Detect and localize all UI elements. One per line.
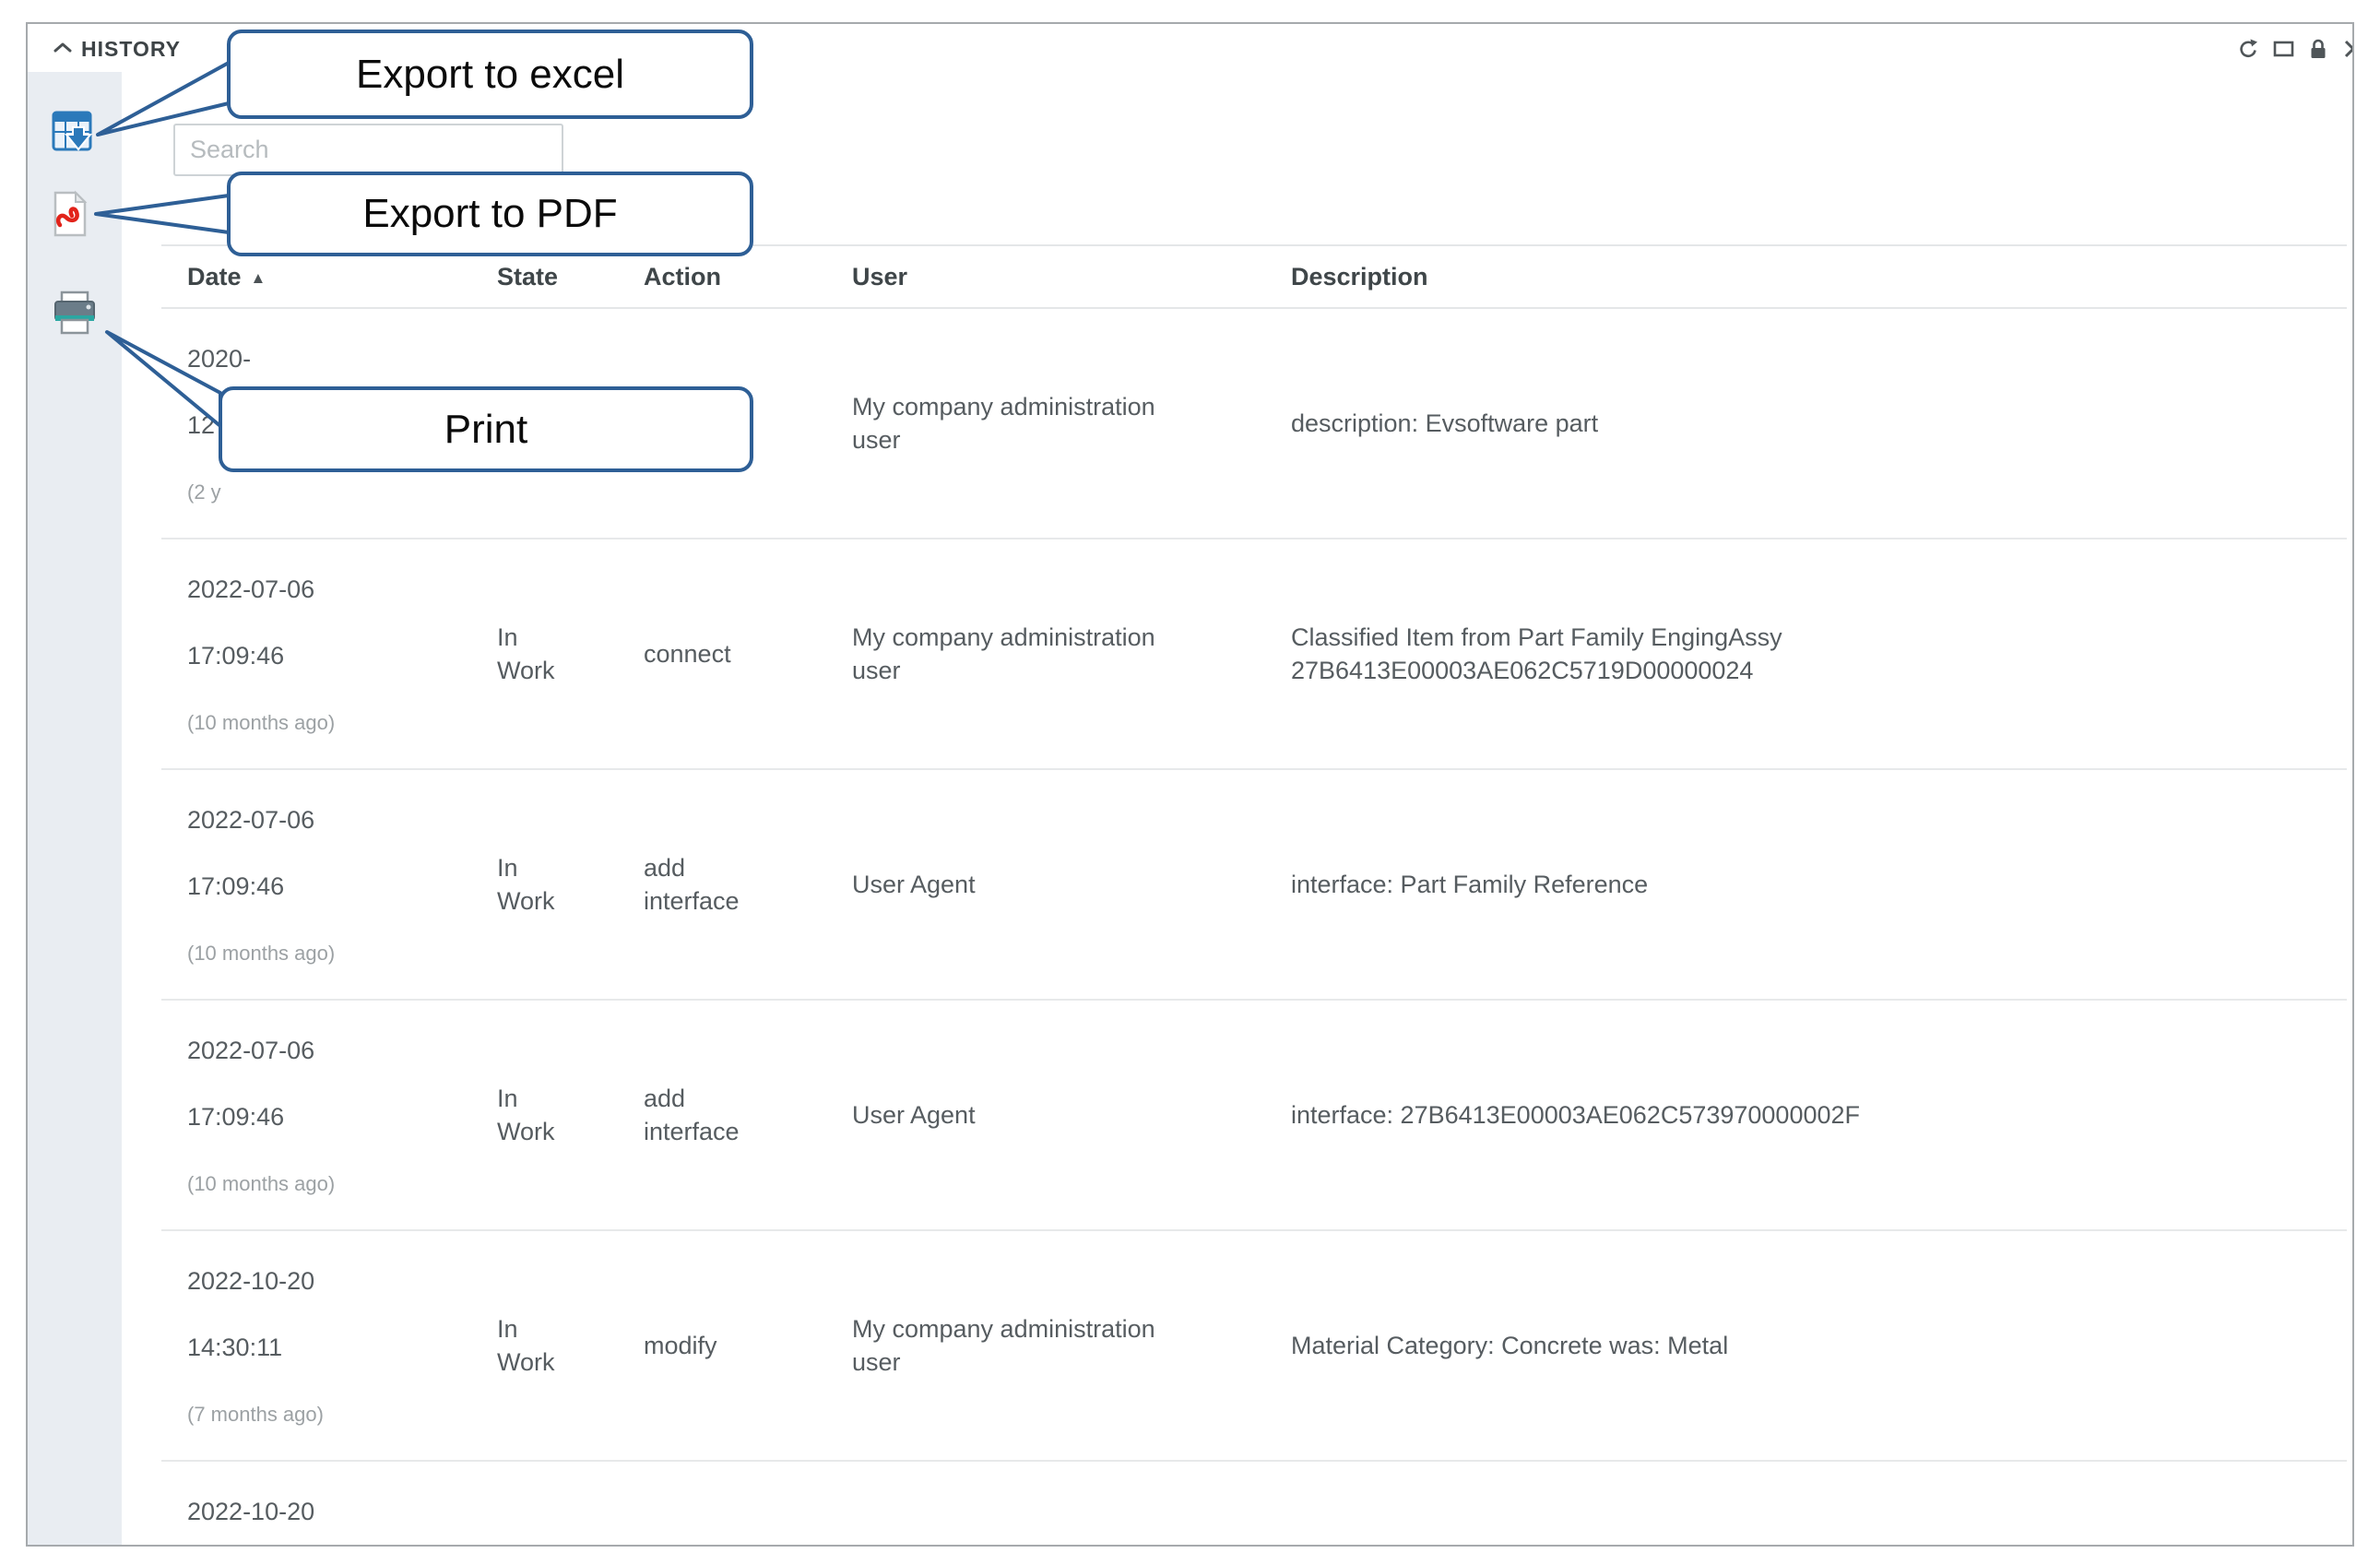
relative-time: (10 months ago) bbox=[187, 710, 469, 735]
cell-user: My company administration user bbox=[852, 1312, 1291, 1379]
table-row: 2022-10-20 14:32:29 (7 months ago) In Wo… bbox=[161, 1462, 2347, 1547]
cell-action: connect bbox=[644, 637, 852, 670]
callout-label: Export to PDF bbox=[362, 191, 617, 237]
date-value: 2022-10-20 bbox=[187, 1264, 469, 1298]
cell-user: User Agent bbox=[852, 1098, 1291, 1132]
window-controls bbox=[2236, 37, 2354, 61]
refresh-icon[interactable] bbox=[2236, 37, 2260, 61]
cell-description: interface: 27B6413E00003AE062C5739700000… bbox=[1291, 1098, 2347, 1132]
chevron-up-icon[interactable] bbox=[52, 41, 74, 60]
close-icon[interactable] bbox=[2341, 37, 2354, 61]
column-header-user[interactable]: User bbox=[852, 263, 1291, 291]
cell-description: interface: Part Family Reference bbox=[1291, 868, 2347, 901]
panel-title: HISTORY bbox=[81, 37, 181, 62]
relative-time: (2 y bbox=[187, 480, 469, 504]
callout-export-excel: Export to excel bbox=[227, 30, 753, 119]
history-panel: HISTORY bbox=[26, 22, 2354, 1547]
cell-date: 2022-07-06 17:09:46 (10 months ago) bbox=[161, 770, 497, 999]
table-row: 2022-07-06 17:09:46 (10 months ago) In W… bbox=[161, 1001, 2347, 1231]
lock-icon[interactable] bbox=[2306, 37, 2330, 61]
cell-date: 2022-07-06 17:09:46 (10 months ago) bbox=[161, 1001, 497, 1229]
cell-description: Classified Item from Part Family EngingA… bbox=[1291, 621, 2347, 687]
table-row: 2022-07-06 17:09:46 (10 months ago) In W… bbox=[161, 539, 2347, 770]
cell-date: 2022-10-20 14:30:11 (7 months ago) bbox=[161, 1231, 497, 1460]
date-value: 2022-10-20 bbox=[187, 1495, 469, 1528]
column-header-date[interactable]: Date▲ bbox=[161, 263, 497, 291]
maximize-icon[interactable] bbox=[2271, 37, 2295, 61]
relative-time: (7 months ago) bbox=[187, 1402, 469, 1427]
time-value: 17:09:46 bbox=[187, 639, 469, 672]
callout-label: Export to excel bbox=[356, 52, 624, 98]
cell-action: modify bbox=[644, 1329, 852, 1362]
cell-description: Material Category: Concrete was: Metal bbox=[1291, 1329, 2347, 1362]
cell-state: In Work bbox=[497, 1543, 644, 1547]
cell-action: add interface bbox=[644, 1082, 852, 1148]
cell-user: My company administration user bbox=[852, 621, 1291, 687]
date-value: 2022-07-06 bbox=[187, 573, 469, 606]
export-pdf-icon[interactable] bbox=[46, 190, 94, 238]
left-toolbar bbox=[28, 72, 122, 1545]
cell-state: In Work bbox=[497, 1082, 644, 1148]
date-value: 2022-07-06 bbox=[187, 1034, 469, 1067]
cell-user: User Agent bbox=[852, 868, 1291, 901]
print-icon[interactable] bbox=[51, 289, 99, 337]
relative-time: (10 months ago) bbox=[187, 1171, 469, 1196]
relative-time: (10 months ago) bbox=[187, 941, 469, 966]
cell-description: description: Evsoftware part bbox=[1291, 407, 2347, 440]
cell-state: In Work bbox=[497, 1312, 644, 1379]
date-value: 2022-07-06 bbox=[187, 803, 469, 836]
column-header-description[interactable]: Description bbox=[1291, 263, 2347, 291]
callout-export-pdf: Export to PDF bbox=[227, 172, 753, 256]
cell-action: add interface bbox=[644, 851, 852, 918]
table-row: 2022-10-20 14:30:11 (7 months ago) In Wo… bbox=[161, 1231, 2347, 1462]
search-input[interactable] bbox=[173, 124, 563, 176]
column-header-state[interactable]: State bbox=[497, 263, 644, 291]
callout-print: Print bbox=[219, 386, 753, 472]
time-value: 14:30:11 bbox=[187, 1331, 469, 1364]
table-row: 2022-07-06 17:09:46 (10 months ago) In W… bbox=[161, 770, 2347, 1001]
cell-user: My company administration user bbox=[852, 1543, 1291, 1547]
cell-user: My company administration user bbox=[852, 390, 1291, 456]
date-value: 2020- bbox=[187, 342, 469, 375]
cell-state: In Work bbox=[497, 621, 644, 687]
cell-date: 2022-07-06 17:09:46 (10 months ago) bbox=[161, 539, 497, 768]
column-header-action[interactable]: Action bbox=[644, 263, 852, 291]
cell-date: 2022-10-20 14:32:29 (7 months ago) bbox=[161, 1462, 497, 1547]
time-value: 17:09:46 bbox=[187, 1100, 469, 1133]
sort-asc-icon: ▲ bbox=[251, 269, 266, 287]
callout-label: Print bbox=[444, 407, 527, 453]
cell-state: In Work bbox=[497, 851, 644, 918]
time-value: 17:09:46 bbox=[187, 870, 469, 903]
export-excel-icon[interactable] bbox=[51, 107, 99, 155]
